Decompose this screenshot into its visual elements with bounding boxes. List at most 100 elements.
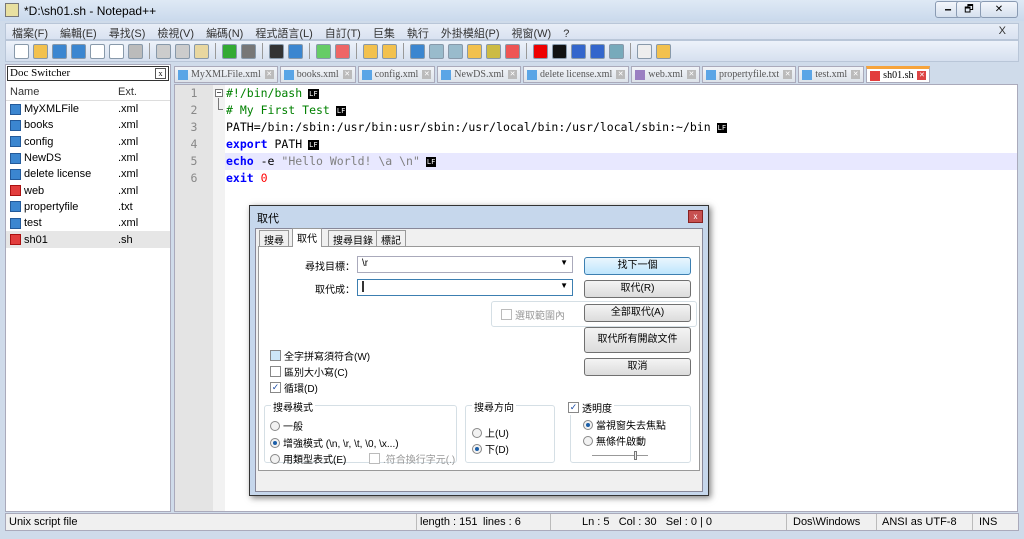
redo-icon[interactable] — [241, 43, 256, 59]
save-icon[interactable] — [52, 43, 67, 59]
find-icon[interactable] — [269, 43, 284, 59]
doc-map-icon[interactable] — [486, 43, 501, 59]
dropdown-arrow-icon[interactable]: ▼ — [560, 258, 568, 267]
code-line[interactable]: exit 0 — [225, 170, 1017, 187]
replace-input[interactable]: ▼ — [357, 279, 573, 296]
tab-close-icon[interactable]: ✕ — [342, 70, 352, 79]
doc-list-item[interactable]: config .xml — [6, 134, 170, 150]
play-macro-icon[interactable] — [571, 43, 586, 59]
tab-myxmlfile-xml[interactable]: MyXMLFile.xml ✕ — [174, 66, 278, 83]
doc-list-item[interactable]: books .xml — [6, 117, 170, 133]
column-ext[interactable]: Ext. — [118, 86, 137, 98]
menu-item[interactable]: ? — [557, 27, 575, 41]
dialog-close-button[interactable]: x — [688, 210, 703, 223]
mode-regex-radio[interactable]: 用類型表式(E) — [270, 451, 346, 466]
print-icon[interactable] — [128, 43, 143, 59]
show-all-chars-icon[interactable] — [429, 43, 444, 59]
save-macro-icon[interactable] — [609, 43, 624, 59]
doc-switcher-icon[interactable] — [637, 43, 652, 59]
code-line[interactable]: # My First Test LF — [225, 102, 1017, 119]
mode-normal-radio[interactable]: 一般 — [270, 418, 303, 433]
close-all-icon[interactable] — [109, 43, 124, 59]
doc-list-item[interactable]: propertyfile .txt — [6, 199, 170, 215]
copy-icon[interactable] — [175, 43, 190, 59]
doc-list-item[interactable]: NewDS .xml — [6, 150, 170, 166]
undo-icon[interactable] — [222, 43, 237, 59]
paste-icon[interactable] — [194, 43, 209, 59]
tab-config-xml[interactable]: config.xml ✕ — [357, 66, 436, 83]
tab-books-xml[interactable]: books.xml ✕ — [279, 66, 356, 83]
tab-web-xml[interactable]: web.xml ✕ — [631, 66, 700, 83]
doc-list-item[interactable]: sh01 .sh — [6, 231, 170, 248]
direction-up-radio[interactable]: 上(U) — [472, 425, 509, 440]
code-area[interactable]: #!/bin/bash LF # My First Test LF PATH=/bin:… — [225, 85, 1017, 187]
code-line[interactable]: export PATH LF — [225, 136, 1017, 153]
transparency-slider[interactable] — [592, 451, 648, 460]
whole-word-checkbox[interactable]: 全字拼寫須符合(W) — [270, 348, 370, 363]
doc-list-item[interactable]: MyXMLFile .xml — [6, 101, 170, 117]
wrap-around-checkbox[interactable]: ✓ 循環(D) — [270, 380, 318, 395]
replace-all-button[interactable]: 全部取代(A) — [584, 304, 691, 322]
doc-list-item[interactable]: web .xml — [6, 182, 170, 198]
tab-close-icon[interactable]: ✕ — [422, 70, 432, 79]
doc-list-item[interactable]: delete license .xml — [6, 166, 170, 182]
find-input[interactable]: \r ▼ — [357, 256, 573, 273]
tab-close-icon[interactable]: ✕ — [917, 71, 927, 80]
record-macro-icon[interactable] — [533, 43, 548, 59]
doc-list-item[interactable]: test .xml — [6, 215, 170, 231]
code-line[interactable]: #!/bin/bash LF — [225, 85, 1017, 102]
tab-mark[interactable]: 標記 — [376, 230, 406, 247]
column-name[interactable]: Name — [10, 86, 118, 98]
replace-button[interactable]: 取代(R) — [584, 280, 691, 298]
cut-icon[interactable] — [156, 43, 171, 59]
close-button[interactable]: ✕ — [980, 1, 1018, 18]
plugin-icon[interactable] — [656, 43, 671, 59]
dropdown-arrow-icon[interactable]: ▼ — [560, 281, 568, 290]
tab-close-icon[interactable]: ✕ — [783, 70, 793, 79]
stop-macro-icon[interactable] — [552, 43, 567, 59]
doc-switcher-close-button[interactable]: x — [155, 68, 166, 79]
mode-extended-radio[interactable]: 增強模式 (\n, \r, \t, \0, \x...) — [270, 435, 399, 450]
indent-guide-icon[interactable] — [448, 43, 463, 59]
new-file-icon[interactable] — [14, 43, 29, 59]
word-wrap-icon[interactable] — [410, 43, 425, 59]
run-macro-multiple-icon[interactable] — [590, 43, 605, 59]
dot-newline-checkbox[interactable]: .符合換行字元(.) — [369, 451, 455, 466]
fold-margin[interactable]: − — [213, 85, 225, 511]
fold-minus-icon[interactable]: − — [215, 89, 223, 97]
tab-close-icon[interactable]: ✕ — [508, 70, 518, 79]
tab-find[interactable]: 搜尋 — [259, 230, 289, 247]
tab-find-in-files[interactable]: 搜尋目錄 — [328, 230, 378, 247]
zoom-out-icon[interactable] — [335, 43, 350, 59]
tab-sh01-sh[interactable]: sh01.sh ✕ — [866, 66, 931, 83]
close-document-button[interactable]: X — [993, 24, 1012, 38]
save-all-icon[interactable] — [71, 43, 86, 59]
tab-close-icon[interactable]: ✕ — [851, 70, 861, 79]
code-line[interactable]: echo -e "Hello World! \a \n" LF — [225, 153, 1017, 170]
sync-horizontal-icon[interactable] — [382, 43, 397, 59]
code-line[interactable]: PATH=/bin:/sbin:/usr/bin:usr/sbin:/usr/l… — [225, 119, 1017, 136]
in-selection-checkbox[interactable]: 選取範圍內 — [501, 307, 565, 322]
tab-close-icon[interactable]: ✕ — [616, 70, 626, 79]
tab-close-icon[interactable]: ✕ — [264, 70, 274, 79]
function-list-icon[interactable] — [505, 43, 520, 59]
find-next-button[interactable]: 找下一個 — [584, 257, 691, 275]
slider-thumb[interactable] — [634, 451, 637, 460]
maximize-button[interactable]: 🗗 — [956, 1, 982, 18]
replace-all-open-docs-button[interactable]: 取代所有開啟文件 — [584, 327, 691, 353]
tab-propertyfile-txt[interactable]: propertyfile.txt ✕ — [701, 66, 797, 83]
trans-on-lose-focus-radio[interactable]: 當視窗失去焦點 — [583, 417, 666, 432]
transparency-checkbox[interactable]: ✓ 透明度 — [566, 400, 614, 415]
zoom-in-icon[interactable] — [316, 43, 331, 59]
tab-replace[interactable]: 取代 — [292, 228, 322, 247]
tab-newds-xml[interactable]: NewDS.xml ✕ — [437, 66, 522, 83]
trans-always-radio[interactable]: 無條件啟動 — [583, 433, 646, 448]
direction-down-radio[interactable]: 下(D) — [472, 441, 509, 456]
replace-icon[interactable] — [288, 43, 303, 59]
cancel-button[interactable]: 取消 — [584, 358, 691, 376]
sync-vertical-icon[interactable] — [363, 43, 378, 59]
open-folder-icon[interactable] — [33, 43, 48, 59]
tab-delete-license-xml[interactable]: delete license.xml ✕ — [523, 66, 630, 83]
user-lang-icon[interactable] — [467, 43, 482, 59]
tab-close-icon[interactable]: ✕ — [686, 70, 696, 79]
